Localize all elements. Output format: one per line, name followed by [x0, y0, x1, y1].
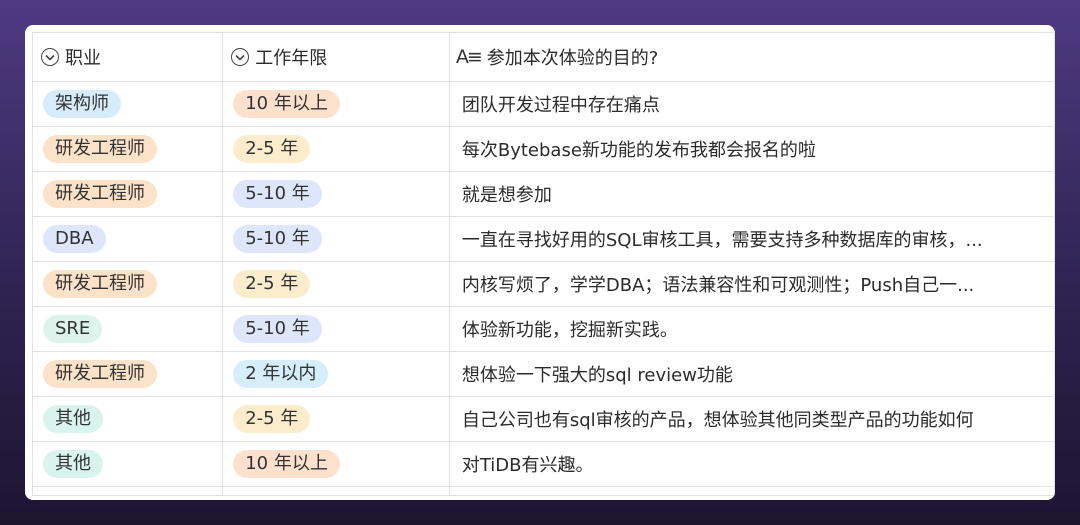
purpose-text: 团队开发过程中存在痛点: [461, 95, 660, 116]
cell-empty: [448, 486, 1055, 496]
column-header-role[interactable]: 职业: [31, 32, 224, 82]
table-row[interactable]: DBA 5-10 年 一直在寻找好用的SQL审核工具，需要支持多种数据库的审核，..…: [31, 216, 1055, 262]
cell-years[interactable]: 5-10 年: [222, 171, 450, 217]
cell-purpose[interactable]: 一直在寻找好用的SQL审核工具，需要支持多种数据库的审核，...: [448, 216, 1055, 262]
years-tag: 2-5 年: [233, 405, 311, 433]
table-row[interactable]: SRE 5-10 年 体验新功能，挖掘新实践。: [31, 306, 1055, 352]
cell-role[interactable]: 研发工程师: [31, 261, 224, 307]
role-tag: 研发工程师: [43, 360, 157, 388]
purpose-text: 内核写烦了，学学DBA；语法兼容性和可观测性；Push自己一...: [461, 275, 975, 296]
column-header-label: 工作年限: [255, 48, 328, 69]
dropdown-icon: [231, 48, 250, 66]
role-tag: 其他: [43, 450, 103, 478]
cell-years[interactable]: 2-5 年: [222, 261, 450, 307]
cell-role[interactable]: 研发工程师: [31, 351, 224, 397]
data-table: 职业 工作年限 A≡ 参加本次体验的目的? 架构师 10 年以上 团队开发过程中…: [31, 32, 1055, 496]
table-row: [31, 486, 1055, 496]
years-tag: 2-5 年: [233, 270, 311, 298]
table-card: 职业 工作年限 A≡ 参加本次体验的目的? 架构师 10 年以上 团队开发过程中…: [25, 25, 1055, 500]
dropdown-icon: [41, 48, 59, 66]
cell-years[interactable]: 5-10 年: [222, 306, 450, 352]
cell-purpose[interactable]: 内核写烦了，学学DBA；语法兼容性和可观测性；Push自己一...: [448, 261, 1055, 307]
cell-purpose[interactable]: 每次Bytebase新功能的发布我都会报名的啦: [448, 126, 1055, 172]
cell-purpose[interactable]: 团队开发过程中存在痛点: [448, 81, 1055, 127]
column-header-label: 参加本次体验的目的?: [486, 48, 659, 69]
cell-years[interactable]: 2 年以内: [222, 351, 450, 397]
cell-years[interactable]: 2-5 年: [222, 396, 450, 442]
table-row[interactable]: 研发工程师 2-5 年 内核写烦了，学学DBA；语法兼容性和可观测性；Push自己一…: [31, 261, 1055, 307]
table-row[interactable]: 其他 10 年以上 对TiDB有兴趣。: [31, 441, 1055, 487]
years-tag: 5-10 年: [233, 315, 322, 343]
cell-purpose[interactable]: 想体验一下强大的sql review功能: [448, 351, 1055, 397]
column-header-purpose[interactable]: A≡ 参加本次体验的目的?: [448, 32, 1055, 82]
purpose-text: 就是想参加: [461, 185, 552, 206]
role-tag: 研发工程师: [43, 180, 157, 208]
purpose-text: 每次Bytebase新功能的发布我都会报名的啦: [461, 140, 816, 161]
cell-purpose[interactable]: 自己公司也有sql审核的产品，想体验其他同类型产品的功能如何: [448, 396, 1055, 442]
cell-role[interactable]: 研发工程师: [31, 126, 224, 172]
table-row[interactable]: 其他 2-5 年 自己公司也有sql审核的产品，想体验其他同类型产品的功能如何: [31, 396, 1055, 442]
cell-empty: [31, 486, 224, 496]
cell-purpose[interactable]: 就是想参加: [448, 171, 1055, 217]
cell-purpose[interactable]: 体验新功能，挖掘新实践。: [448, 306, 1055, 352]
cell-empty: [222, 486, 450, 496]
table-row[interactable]: 研发工程师 2 年以内 想体验一下强大的sql review功能: [31, 351, 1055, 397]
years-tag: 10 年以上: [233, 90, 340, 118]
cell-purpose[interactable]: 对TiDB有兴趣。: [448, 441, 1055, 487]
cell-years[interactable]: 2-5 年: [222, 126, 450, 172]
cell-role[interactable]: DBA: [31, 216, 224, 262]
cell-role[interactable]: 其他: [31, 441, 224, 487]
role-tag: 研发工程师: [43, 270, 157, 298]
purpose-text: 对TiDB有兴趣。: [461, 455, 594, 476]
table-row[interactable]: 研发工程师 5-10 年 就是想参加: [31, 171, 1055, 217]
purpose-text: 自己公司也有sql审核的产品，想体验其他同类型产品的功能如何: [461, 410, 974, 431]
years-tag: 2-5 年: [233, 135, 311, 163]
text-type-icon: A≡: [455, 46, 483, 68]
cell-years[interactable]: 5-10 年: [222, 216, 450, 262]
cell-years[interactable]: 10 年以上: [222, 81, 450, 127]
table-row[interactable]: 研发工程师 2-5 年 每次Bytebase新功能的发布我都会报名的啦: [31, 126, 1055, 172]
purpose-text: 想体验一下强大的sql review功能: [461, 365, 733, 386]
column-header-label: 职业: [65, 48, 101, 69]
role-tag: 研发工程师: [43, 135, 157, 163]
years-tag: 5-10 年: [233, 180, 322, 208]
cell-role[interactable]: 其他: [31, 396, 224, 442]
years-tag: 10 年以上: [233, 450, 340, 478]
cell-role[interactable]: 研发工程师: [31, 171, 224, 217]
role-tag: SRE: [43, 315, 103, 343]
column-header-years[interactable]: 工作年限: [222, 32, 450, 82]
cell-role[interactable]: SRE: [31, 306, 224, 352]
header-row: 职业 工作年限 A≡ 参加本次体验的目的?: [31, 32, 1055, 82]
role-tag: 其他: [43, 405, 103, 433]
role-tag: 架构师: [43, 90, 121, 118]
cell-role[interactable]: 架构师: [31, 81, 224, 127]
cell-years[interactable]: 10 年以上: [222, 441, 450, 487]
purpose-text: 体验新功能，挖掘新实践。: [461, 320, 678, 341]
role-tag: DBA: [43, 225, 106, 253]
years-tag: 2 年以内: [233, 360, 329, 388]
purpose-text: 一直在寻找好用的SQL审核工具，需要支持多种数据库的审核，...: [461, 230, 983, 251]
years-tag: 5-10 年: [233, 225, 322, 253]
table-row[interactable]: 架构师 10 年以上 团队开发过程中存在痛点: [31, 81, 1055, 127]
